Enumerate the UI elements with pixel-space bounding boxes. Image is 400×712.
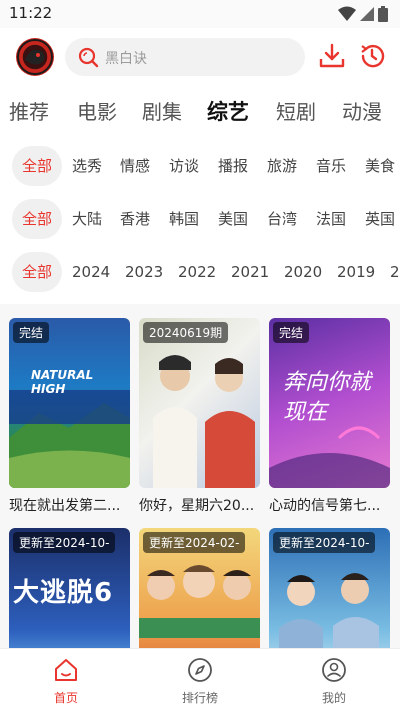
- app-logo-avatar[interactable]: [16, 38, 54, 76]
- filter-genre-item[interactable]: 访谈: [169, 146, 199, 186]
- thumbnail-art: [9, 390, 130, 488]
- filter-genre-item[interactable]: 选秀: [72, 146, 102, 186]
- search-box[interactable]: 黑白诀: [65, 38, 305, 76]
- video-card[interactable]: 更新至2024-10-: [269, 528, 390, 648]
- video-card[interactable]: 完结 NATURAL HIGH 现在就出发第二...: [9, 318, 130, 515]
- nav-home[interactable]: 首页: [26, 657, 106, 706]
- video-card[interactable]: 完结 奔向你就现在 心动的信号第七...: [269, 318, 390, 515]
- card-art-text: 大逃脱6: [13, 578, 114, 608]
- filter-year-item[interactable]: 2024: [72, 252, 110, 292]
- card-thumbnail: 完结 奔向你就现在: [269, 318, 390, 488]
- tab-series[interactable]: 剧集: [142, 96, 182, 125]
- video-card[interactable]: 更新至2024-02-: [139, 528, 260, 648]
- filter-row-genre: 全部 选秀 情感 访谈 播报 旅游 音乐 美食: [0, 144, 400, 188]
- card-thumbnail: 更新至2024-10-: [269, 528, 390, 648]
- nav-ranking-label: 排行榜: [181, 691, 218, 705]
- video-card[interactable]: 20240619期 你好，星期六20...: [139, 318, 260, 515]
- history-icon[interactable]: [358, 42, 386, 70]
- filter-region-item[interactable]: 韩国: [169, 199, 199, 239]
- search-icon: [78, 47, 99, 68]
- filter-year-item[interactable]: 2021: [231, 252, 269, 292]
- filter-genre-item[interactable]: 美食: [365, 146, 395, 186]
- tab-short-drama[interactable]: 短剧: [276, 96, 316, 125]
- bottom-nav: 首页 排行榜 我的: [0, 648, 400, 712]
- card-title: 现在就出发第二...: [9, 498, 121, 514]
- card-art-text: 奔向你就现在: [283, 370, 372, 425]
- filter-year-item[interactable]: 2022: [178, 252, 216, 292]
- card-title: 心动的信号第七...: [269, 498, 381, 514]
- card-thumbnail: 20240619期: [139, 318, 260, 488]
- home-icon: [55, 659, 77, 681]
- card-badge: 20240619期: [143, 322, 229, 343]
- battery-icon: [378, 6, 388, 22]
- tab-variety[interactable]: 综艺: [207, 96, 249, 126]
- tab-recommend[interactable]: 推荐: [9, 96, 49, 125]
- filter-genre-item[interactable]: 情感: [120, 146, 150, 186]
- filter-row-region: 全部 大陆 香港 韩国 美国 台湾 法国 英国: [0, 197, 400, 241]
- card-badge: 更新至2024-10-: [13, 532, 116, 553]
- card-badge: 更新至2024-10-: [273, 532, 376, 553]
- user-icon: [322, 658, 346, 682]
- download-icon[interactable]: [318, 42, 346, 70]
- header: 黑白诀: [0, 28, 400, 86]
- filter-region-item[interactable]: 香港: [120, 199, 150, 239]
- filter-region-item[interactable]: 台湾: [267, 199, 297, 239]
- filter-genre-item[interactable]: 旅游: [267, 146, 297, 186]
- category-tabs: 推荐 电影 剧集 综艺 短剧 动漫: [0, 88, 400, 132]
- card-thumbnail: 更新至2024-10- 大逃脱6: [9, 528, 130, 648]
- video-card[interactable]: 更新至2024-10- 大逃脱6: [9, 528, 130, 648]
- nav-mine[interactable]: 我的: [294, 657, 374, 706]
- filter-region-item[interactable]: 英国: [365, 199, 395, 239]
- signal-icon: [360, 7, 374, 21]
- filter-genre-item[interactable]: 音乐: [316, 146, 346, 186]
- search-placeholder: 黑白诀: [105, 51, 147, 67]
- card-badge: 完结: [273, 322, 310, 343]
- card-art-text: NATURAL HIGH: [31, 368, 94, 396]
- compass-icon: [188, 658, 212, 682]
- status-time: 11:22: [9, 4, 53, 22]
- filter-genre-item[interactable]: 播报: [218, 146, 248, 186]
- card-title: 你好，星期六20...: [139, 498, 255, 514]
- filter-year-item[interactable]: 2: [390, 252, 400, 292]
- card-badge: 完结: [13, 322, 50, 343]
- status-icons: [338, 6, 388, 22]
- card-badge: 更新至2024-02-: [143, 532, 246, 553]
- filter-region-item[interactable]: 美国: [218, 199, 248, 239]
- filter-row-year: 全部 2024 2023 2022 2021 2020 2019 2: [0, 250, 400, 294]
- tab-variety-label: 综艺: [207, 100, 249, 124]
- thumbnail-art: [153, 355, 255, 488]
- filter-year-item[interactable]: 2020: [284, 252, 322, 292]
- card-thumbnail: 完结 NATURAL HIGH: [9, 318, 130, 488]
- filter-year-item[interactable]: 2023: [125, 252, 163, 292]
- wifi-icon: [338, 6, 356, 21]
- filter-region-item[interactable]: 法国: [316, 199, 346, 239]
- content-grid: 完结 NATURAL HIGH 现在就出发第二... 20240619期 你好，…: [0, 304, 400, 648]
- tab-anime[interactable]: 动漫: [342, 96, 382, 125]
- status-bar: 11:22: [0, 0, 400, 28]
- filter-region-all[interactable]: 全部: [12, 199, 63, 239]
- nav-mine-label: 我的: [321, 691, 346, 705]
- tab-movies[interactable]: 电影: [77, 96, 117, 125]
- filter-genre-all[interactable]: 全部: [12, 146, 63, 186]
- filter-year-all[interactable]: 全部: [12, 252, 63, 292]
- nav-home-label: 首页: [53, 691, 78, 705]
- nav-ranking[interactable]: 排行榜: [160, 657, 240, 706]
- filter-year-item[interactable]: 2019: [337, 252, 375, 292]
- card-thumbnail: 更新至2024-02-: [139, 528, 260, 648]
- filter-region-item[interactable]: 大陆: [72, 199, 102, 239]
